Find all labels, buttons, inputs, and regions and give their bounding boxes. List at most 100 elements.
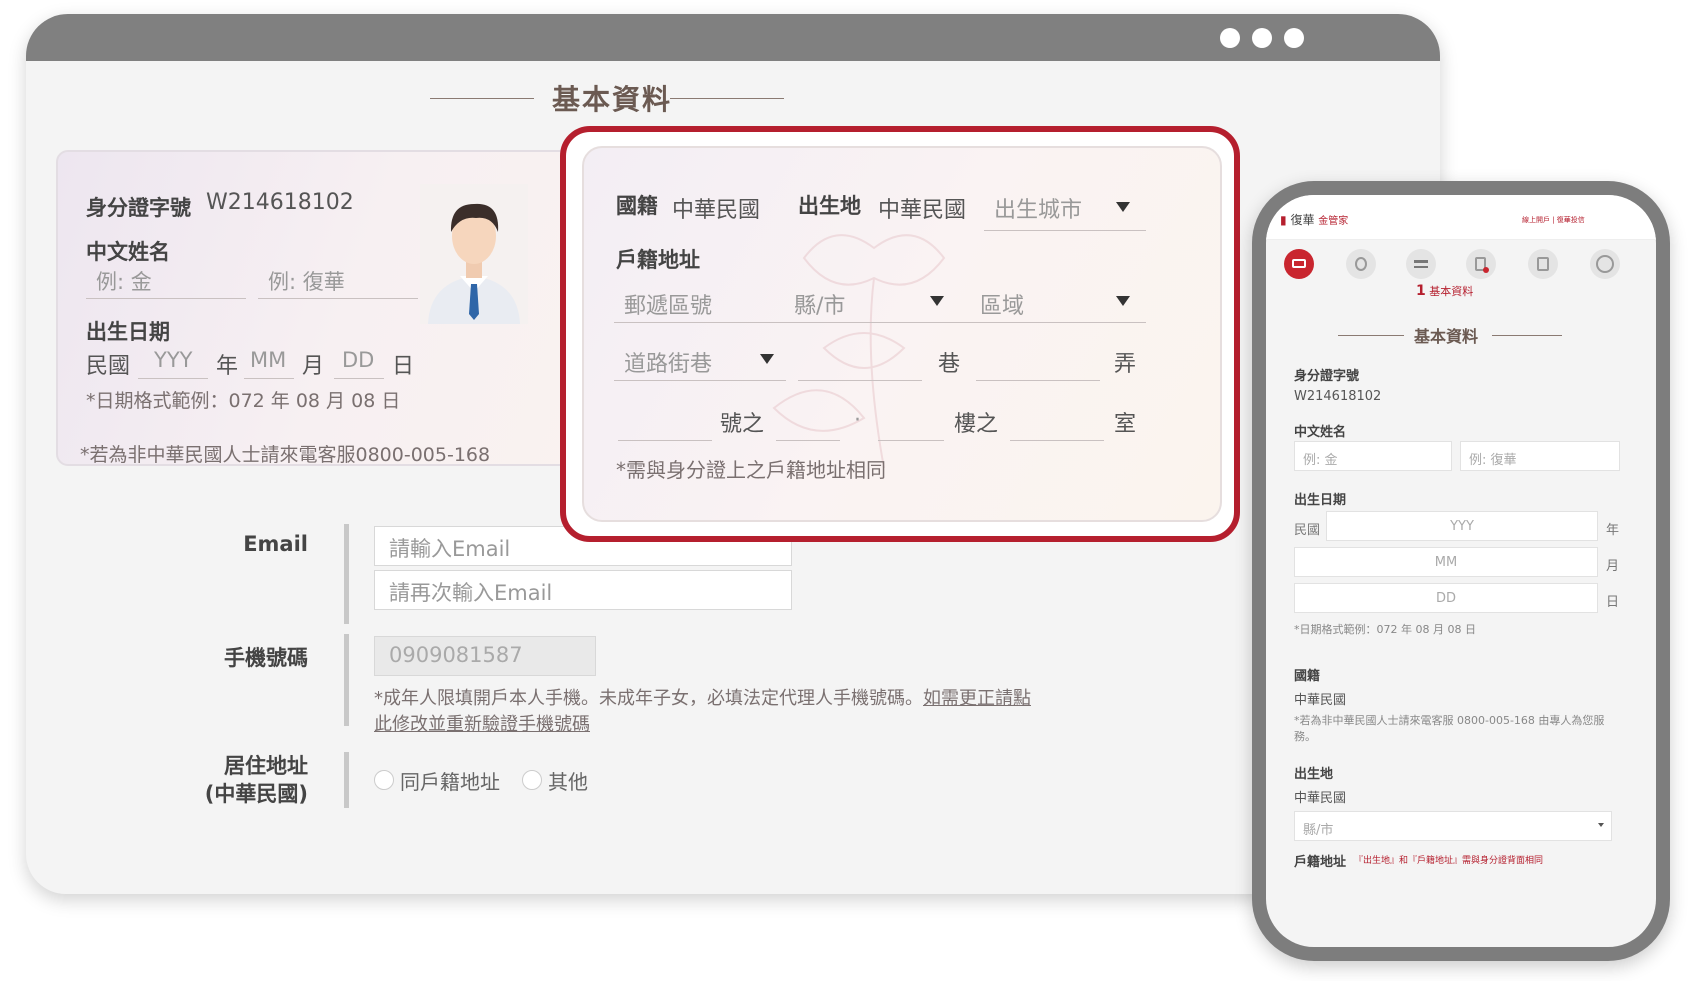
county-select[interactable]: 縣/市: [794, 288, 845, 320]
same-address-label[interactable]: 同戶籍地址: [400, 766, 500, 795]
phone-screen: ▮ 復華 金管家 線上開戶 | 復華投信 1 基本資料 基本資料 身分證字號 W…: [1266, 195, 1656, 947]
section-title: 基本資料: [552, 83, 673, 116]
residential-address-label-1: 居住地址: [224, 754, 308, 778]
bank-step-icon[interactable]: [1406, 249, 1436, 279]
other-address-label[interactable]: 其他: [548, 766, 588, 795]
phone-given-input[interactable]: 例: 復華: [1460, 441, 1620, 471]
given-name-input[interactable]: 例: 復華: [268, 266, 345, 296]
window-dot-icon[interactable]: [1284, 28, 1304, 48]
chevron-down-icon[interactable]: [760, 354, 774, 364]
card-icon: [1292, 259, 1306, 268]
chevron-down-icon[interactable]: [930, 296, 944, 306]
mobile-note-text: *成年人限填開戶本人手機。未成年子女，必填法定代理人手機號碼。: [374, 688, 923, 709]
year-input[interactable]: YYY: [154, 348, 192, 372]
brand-logo: ▮ 復華 金管家: [1280, 211, 1348, 228]
phone-year-input[interactable]: YYY: [1326, 511, 1598, 541]
alley-underline: [976, 380, 1100, 381]
district-select[interactable]: 區域: [980, 288, 1024, 320]
phone-birthplace-value: 中華民國: [1294, 791, 1347, 806]
step-number: 1: [1416, 283, 1426, 299]
phone-id-value: W214618102: [1294, 389, 1382, 404]
title-bar: [26, 14, 1440, 61]
address-divider: [344, 752, 349, 808]
phone-day-unit: 日: [1606, 595, 1620, 610]
room-unit: 室: [1114, 412, 1137, 437]
phone-day-input[interactable]: DD: [1294, 583, 1598, 613]
lane-underline: [798, 380, 922, 381]
phone-name-label: 中文姓名: [1294, 425, 1347, 440]
postal-code-input[interactable]: 郵遞區號: [624, 288, 712, 320]
chevron-down-icon[interactable]: [1116, 202, 1130, 212]
era-label: 民國: [86, 354, 131, 379]
lane-unit: 巷: [938, 352, 961, 377]
phone-nationality-label: 國籍: [1294, 669, 1321, 684]
phone-era: 民國: [1294, 523, 1321, 538]
address-card: 國籍 中華民國 出生地 中華民國 出生城市 戶籍地址 郵遞區號 縣/市 區域 道…: [582, 146, 1222, 522]
road-select[interactable]: 道路街巷: [624, 346, 712, 378]
brand-name: 復華: [1290, 213, 1315, 227]
window-dot-icon[interactable]: [1252, 28, 1272, 48]
residential-address-label: 居住地址 (中華民國): [176, 752, 308, 808]
mobile-fix-link-2[interactable]: 此修改並重新驗證手機號碼: [374, 714, 590, 735]
alert-dot-icon: [1483, 267, 1489, 273]
alley-unit: 弄: [1114, 352, 1137, 377]
other-address-radio[interactable]: [522, 770, 542, 790]
phone-household-note: 『出生地』和『戶籍地址』需與身分證背面相同: [1354, 856, 1544, 866]
number-sub-underline: [776, 440, 840, 441]
road-underline: [614, 380, 786, 381]
done-step-icon[interactable]: [1590, 249, 1620, 279]
phone-surname-input[interactable]: 例: 金: [1294, 441, 1452, 471]
email-confirm-input[interactable]: 請再次輸入Email: [374, 570, 792, 610]
phone-county-select[interactable]: 縣/市: [1294, 811, 1612, 841]
address-note: *需與身分證上之戶籍地址相同: [616, 458, 886, 482]
brand-sub: 金管家: [1318, 216, 1349, 227]
email-label: Email: [243, 532, 308, 556]
chevron-down-icon[interactable]: [1598, 823, 1604, 827]
phone-foreign-note: *若為非中華民國人士請來電客服 0800-005-168 由專人為您服務。: [1294, 714, 1605, 743]
mobile-input[interactable]: 0909081587: [374, 636, 596, 676]
header-right: 線上開戶 | 復華投信: [1522, 216, 1585, 224]
person-icon: [428, 203, 520, 324]
day-unit: 日: [392, 354, 415, 379]
room-underline: [1010, 440, 1104, 441]
year-underline: [138, 378, 208, 379]
nationality-value: 中華民國: [672, 198, 761, 223]
phone-title-rule-right: [1492, 335, 1562, 336]
day-input[interactable]: DD: [342, 348, 374, 372]
surname-input[interactable]: 例: 金: [96, 266, 152, 296]
phone-section-title: 基本資料: [1414, 327, 1479, 346]
phone-birthplace-label: 出生地: [1294, 767, 1334, 782]
form-step-icon[interactable]: [1528, 249, 1558, 279]
same-address-radio[interactable]: [374, 770, 394, 790]
mobile-note: *成年人限填開戶本人手機。未成年子女，必填法定代理人手機號碼。如需更正請點 此修…: [374, 686, 1094, 738]
phone-dob-label: 出生日期: [1294, 493, 1347, 508]
birthplace-value: 中華民國: [878, 198, 967, 223]
month-input[interactable]: MM: [250, 348, 286, 372]
phone-month-input[interactable]: MM: [1294, 547, 1598, 577]
separator-dot: ·: [854, 408, 861, 433]
bank-card-icon: [1414, 260, 1428, 268]
postal-underline: [614, 322, 1146, 323]
name-label: 中文姓名: [86, 240, 170, 264]
birth-city-select[interactable]: 出生城市: [994, 192, 1082, 224]
avatar: [420, 184, 528, 324]
number-underline: [618, 440, 712, 441]
fingerprint-step-icon[interactable]: [1346, 249, 1376, 279]
document-step-icon[interactable]: [1466, 249, 1496, 279]
phone-nationality-value: 中華民國: [1294, 693, 1347, 708]
floor-underline: [878, 440, 944, 441]
floor-unit: 樓之: [954, 412, 999, 437]
logo-icon: ▮: [1280, 213, 1287, 227]
check-circle-icon: [1596, 255, 1614, 273]
month-unit: 月: [302, 354, 325, 379]
phone-month-unit: 月: [1606, 559, 1620, 574]
id-card-step-icon[interactable]: [1284, 249, 1314, 279]
phone-household-label: 戶籍地址: [1294, 855, 1347, 870]
phone-id-label: 身分證字號: [1294, 369, 1360, 384]
birth-city-underline: [984, 230, 1146, 231]
mobile-fix-link[interactable]: 如需更正請點: [923, 688, 1031, 709]
window-dot-icon[interactable]: [1220, 28, 1240, 48]
id-value: W214618102: [206, 190, 354, 215]
household-address-label: 戶籍地址: [616, 248, 700, 272]
chevron-down-icon[interactable]: [1116, 296, 1130, 306]
